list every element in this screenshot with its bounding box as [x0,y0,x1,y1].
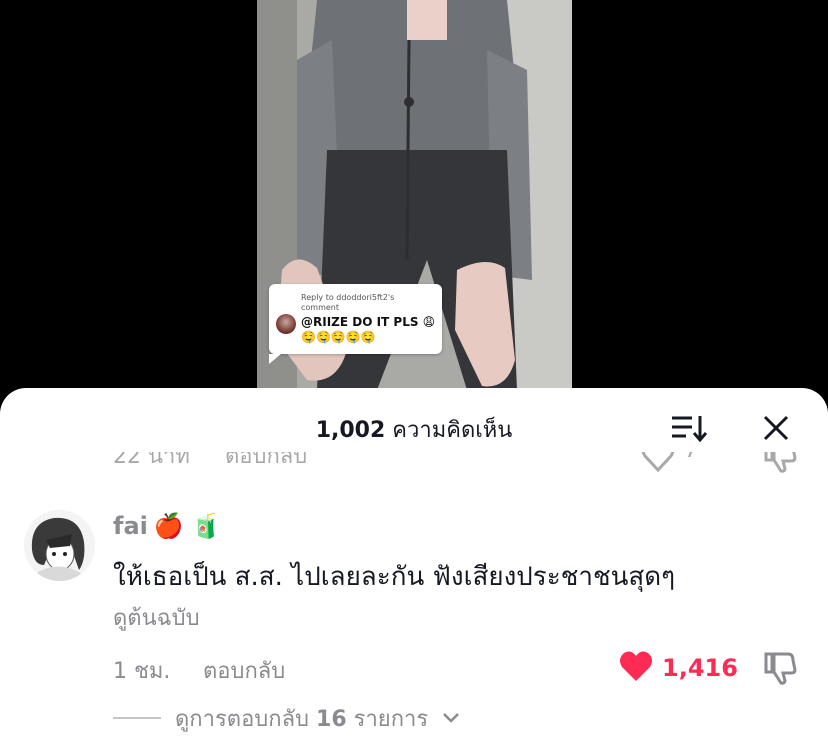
like-count: 1,416 [662,654,738,682]
comment-time: 1 ชม. [113,659,171,684]
reply-sticker[interactable]: Reply to ddoddori5ft2's comment @RIIZE D… [269,284,442,364]
replies-divider [113,717,161,719]
previous-comment-time: 22 นาที [113,452,190,469]
heart-outline-icon[interactable] [640,452,676,478]
dislike-icon[interactable] [762,650,798,686]
previous-comment-meta: 22 นาที ตอบกลับ 7 [0,452,828,484]
view-replies-suffix: รายการ [353,706,429,732]
view-replies-label: ดูการตอบกลับ 16 รายการ [175,701,428,736]
previous-comment-like-count: 7 [684,452,698,463]
close-icon[interactable] [760,412,792,444]
reply-sticker-text: @RIIZE DO IT PLS 😩🤤🤤🤤🤤🤤 [301,315,436,344]
avatar[interactable] [24,510,95,581]
like-button[interactable]: 1,416 [618,650,738,686]
reply-button[interactable]: ตอบกลับ [203,653,285,688]
sort-icon[interactable] [670,412,708,444]
username-text: fai [113,512,148,540]
previous-comment-reply-button[interactable]: ตอบกลับ [225,452,307,473]
comment-username[interactable]: fai 🍎 🧃 [113,512,221,540]
chevron-down-icon [442,709,460,728]
comment-count: 1,002 [315,418,386,443]
replies-count: 16 [316,706,347,732]
dislike-icon[interactable] [762,452,798,478]
username-emojis: 🍎 🧃 [153,512,222,540]
heart-filled-icon [618,650,654,686]
comments-label: ความคิดเห็น [392,418,513,443]
see-original-link[interactable]: ดูต้นฉบับ [113,600,200,635]
reply-sticker-avatar [276,314,296,334]
comments-sheet: 1,002 ความคิดเห็น 22 นาที ตอบกลับ 7 [0,388,828,745]
view-replies-button[interactable]: ดูการตอบกลับ 16 รายการ [113,703,460,733]
view-replies-prefix: ดูการตอบกลับ [175,706,310,732]
video-frame[interactable] [257,0,572,420]
reply-sticker-header: Reply to ddoddori5ft2's comment [301,293,395,312]
video-player[interactable]: Reply to ddoddori5ft2's comment @RIIZE D… [0,0,828,420]
comment-meta: 1 ชม. ตอบกลับ 1,416 [0,650,828,686]
comment-text: ให้เธอเป็น ส.ส. ไปเลยละกัน ฟังเสียงประชา… [113,562,676,592]
